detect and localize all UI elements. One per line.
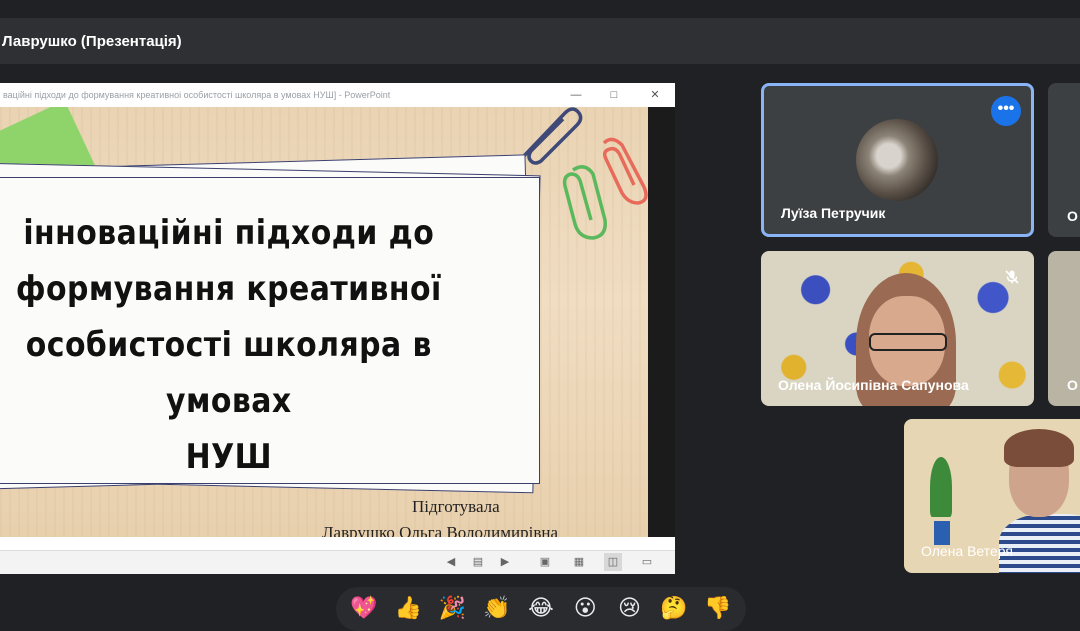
slide-canvas: інноваційні підходи до формування креати… xyxy=(0,107,648,537)
next-slide-icon[interactable]: ▶ xyxy=(496,553,514,571)
glasses xyxy=(869,333,947,351)
minimize-icon[interactable]: — xyxy=(566,86,586,104)
presentation-window: вацiйнi пiдходи до формування креативноi… xyxy=(0,83,675,574)
slide-title-line: НУШ xyxy=(185,437,272,477)
participant-hair xyxy=(1004,429,1074,467)
participant-name: О xyxy=(1067,208,1078,224)
reactions-bar: 💖 👍 🎉 👏 😂 😮 😢 🤔 👎 xyxy=(336,587,746,631)
presentation-title: Лаврушко (Презентація) xyxy=(2,32,182,50)
reading-view-icon[interactable]: ◫ xyxy=(604,553,622,571)
participant-tile[interactable]: Олена Йосипівна Сапунова xyxy=(761,251,1034,406)
participant-name: Олена Йосипівна Сапунова xyxy=(778,377,969,393)
avatar xyxy=(856,119,938,201)
powerpoint-titlebar: вацiйнi пiдходи до формування креативноi… xyxy=(0,83,675,108)
participant-name: О xyxy=(1067,377,1078,393)
close-icon[interactable]: ✕ xyxy=(645,86,665,104)
thumbs-up-icon[interactable]: 👍 xyxy=(388,589,428,629)
mic-off-icon xyxy=(1005,270,1019,284)
maximize-icon[interactable]: □ xyxy=(604,86,624,104)
prepared-by-label: Підготувала xyxy=(412,497,500,516)
previous-slide-icon[interactable]: ◀ xyxy=(442,553,460,571)
slide-title-line: інноваційні підходи до xyxy=(23,213,435,253)
thinking-face-icon[interactable]: 🤔 xyxy=(654,589,694,629)
window-title: вацiйнi пiдходи до формування креативноi… xyxy=(3,90,391,100)
paperclip-red-icon xyxy=(602,137,648,205)
party-popper-icon[interactable]: 🎉 xyxy=(433,589,473,629)
plant-decoration xyxy=(916,449,964,549)
slide-side-panel xyxy=(648,107,675,537)
powerpoint-status-bar: ◀ ▤ ▶ ▣ ▦ ◫ ▭ xyxy=(0,550,675,574)
participant-name: Луїза Петручик xyxy=(781,205,886,221)
more-options-icon[interactable]: ••• xyxy=(991,96,1021,126)
author-name: Лаврушко Ольга Володимирівна xyxy=(322,523,558,537)
presentation-header-bar: Лаврушко (Презентація) xyxy=(0,18,1080,64)
normal-view-icon[interactable]: ▣ xyxy=(536,553,554,571)
participant-tile[interactable]: О xyxy=(1048,251,1080,406)
participant-tile[interactable]: О xyxy=(1048,83,1080,237)
slide-title: інноваційні підходи до формування креати… xyxy=(0,205,458,485)
tears-of-joy-icon[interactable]: 😂 xyxy=(521,589,561,629)
participant-name: Олена Ветеря xyxy=(921,543,1014,559)
participant-tile[interactable]: ••• Луїза Петручик xyxy=(761,83,1034,237)
slide-menu-icon[interactable]: ▤ xyxy=(469,553,487,571)
slide-title-line: формування креативної xyxy=(15,269,442,309)
sparkling-heart-icon[interactable]: 💖 xyxy=(344,589,384,629)
participant-tile[interactable]: Олена Ветеря xyxy=(904,419,1080,573)
slide-title-line: особистості школяра в умовах xyxy=(25,325,432,421)
thumbs-down-icon[interactable]: 👎 xyxy=(698,589,738,629)
clapping-hands-icon[interactable]: 👏 xyxy=(477,589,517,629)
surprised-face-icon[interactable]: 😮 xyxy=(565,589,605,629)
slideshow-icon[interactable]: ▭ xyxy=(638,553,656,571)
slide-sorter-icon[interactable]: ▦ xyxy=(570,553,588,571)
crying-face-icon[interactable]: 😢 xyxy=(609,589,649,629)
